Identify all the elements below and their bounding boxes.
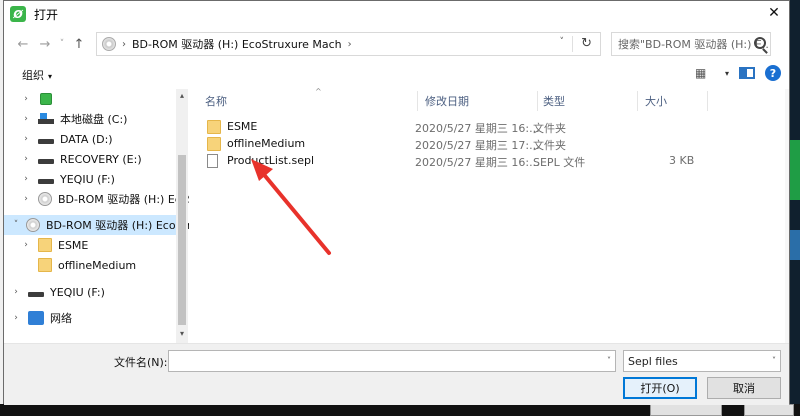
breadcrumb-current[interactable]: BD-ROM 驱动器 (H:) EcoStruxure Mach: [132, 36, 342, 52]
app-icon: Ø: [10, 6, 26, 22]
recent-locations-chevron-icon[interactable]: ˅: [56, 39, 68, 49]
cd-drive-icon: [102, 37, 116, 51]
background-app-bottom: [0, 404, 800, 416]
filter-dropdown-chevron-icon[interactable]: ˅: [772, 356, 776, 365]
green-app-icon: [40, 93, 52, 105]
window-title: 打开: [34, 7, 59, 22]
expand-chevron-icon[interactable]: ›: [20, 114, 32, 124]
sidebar-item-label: 本地磁盘 (C:): [60, 113, 128, 126]
dialog-footer: 文件名(N): ˅ Sepl files ˅ 打开(O) 取消: [4, 343, 789, 405]
command-bar: 组织 ▾ ▦ ▾ ?: [4, 61, 789, 89]
breadcrumb-separator-icon[interactable]: ›: [348, 39, 352, 50]
drive-icon: [38, 138, 54, 144]
sidebar-item-label: BD-ROM 驱动器 (H:) EcoStr: [46, 219, 189, 232]
search-placeholder: 搜索"BD-ROM 驱动器 (H:) E...: [618, 38, 771, 51]
open-button[interactable]: 打开(O): [623, 377, 697, 399]
help-icon[interactable]: ?: [765, 65, 781, 81]
drive-icon: [28, 291, 44, 297]
sidebar-item-drive-c[interactable]: › 本地磁盘 (C:): [4, 109, 176, 129]
sidebar-item-drive-d[interactable]: › DATA (D:): [4, 129, 176, 149]
sidebar-item-drive-h[interactable]: › BD-ROM 驱动器 (H:) EcoS: [4, 189, 189, 209]
sidebar-item-offlinemedium[interactable]: offlineMedium: [4, 255, 176, 275]
up-arrow-icon[interactable]: ↑: [68, 37, 90, 52]
close-button[interactable]: ✕: [761, 1, 787, 25]
sidebar-item-drive-e[interactable]: › RECOVERY (E:): [4, 149, 176, 169]
sidebar-item-drive-h-expanded[interactable]: ˅ BD-ROM 驱动器 (H:) EcoStr: [4, 215, 189, 235]
scroll-up-icon[interactable]: ▴: [176, 91, 188, 100]
sidebar-item-network[interactable]: › 网络: [4, 308, 176, 328]
open-file-dialog: Ø 打开 ✕ ← → ˅ ↑ › BD-ROM 驱动器 (H:) EcoStru…: [3, 0, 790, 405]
address-bar[interactable]: › BD-ROM 驱动器 (H:) EcoStruxure Mach › ˅ ↻: [96, 32, 601, 56]
navigation-scrollbar[interactable]: ▴ ▾: [176, 89, 188, 343]
cd-drive-icon: [38, 192, 52, 206]
address-row: ← → ˅ ↑ › BD-ROM 驱动器 (H:) EcoStruxure Ma…: [4, 27, 789, 61]
sidebar-item-label: YEQIU (F:): [50, 285, 105, 299]
file-type-filter-select[interactable]: Sepl files ˅: [623, 350, 781, 372]
search-icon[interactable]: [754, 37, 766, 49]
folder-icon: [38, 258, 52, 272]
sidebar-item-label: offlineMedium: [58, 258, 137, 272]
sidebar-item-label: RECOVERY (E:): [60, 152, 142, 166]
preview-pane-icon[interactable]: [739, 67, 755, 79]
drive-icon: [38, 178, 54, 184]
expand-chevron-icon[interactable]: ›: [10, 287, 22, 297]
folder-icon: [38, 238, 52, 252]
filename-input[interactable]: ˅: [168, 350, 616, 372]
refresh-icon[interactable]: ↻: [581, 36, 592, 51]
address-dropdown-chevron-icon[interactable]: ˅: [560, 37, 565, 47]
view-options-chevron-icon[interactable]: ▾: [725, 69, 729, 78]
file-list-scrollbar[interactable]: [785, 89, 789, 343]
sidebar-item-label: YEQIU (F:): [60, 172, 115, 186]
expand-chevron-icon[interactable]: ›: [20, 154, 32, 164]
sidebar-item-label: ESME: [58, 238, 89, 252]
scroll-down-icon[interactable]: ▾: [176, 329, 188, 338]
forward-arrow-icon[interactable]: →: [34, 37, 56, 52]
annotation-arrow-icon: [251, 159, 331, 255]
expand-chevron-icon[interactable]: ›: [20, 174, 32, 184]
sidebar-item-label: BD-ROM 驱动器 (H:) EcoS: [58, 193, 189, 206]
collapse-chevron-icon[interactable]: ˅: [10, 220, 22, 230]
breadcrumb-separator-icon[interactable]: ›: [122, 39, 126, 50]
windows-drive-icon: [38, 112, 54, 124]
background-app-right: [790, 0, 800, 416]
scrollbar-thumb[interactable]: [178, 155, 186, 325]
filename-label: 文件名(N):: [114, 356, 168, 369]
cancel-button[interactable]: 取消: [707, 377, 781, 399]
cd-drive-icon: [26, 218, 40, 232]
expand-chevron-icon[interactable]: ›: [20, 94, 32, 104]
sidebar-item-esme[interactable]: › ESME: [4, 235, 176, 255]
sidebar-item-app[interactable]: ›: [4, 89, 176, 109]
navigation-pane: › › 本地磁盘 (C:) › DATA (D:) › RECOVERY (E:…: [4, 89, 189, 343]
sidebar-item-yeqiu[interactable]: › YEQIU (F:): [4, 282, 176, 302]
expand-chevron-icon[interactable]: ›: [20, 194, 32, 204]
expand-chevron-icon[interactable]: ›: [20, 240, 32, 250]
back-arrow-icon[interactable]: ←: [12, 37, 34, 52]
chevron-down-icon: ▾: [48, 72, 53, 81]
expand-chevron-icon[interactable]: ›: [10, 313, 22, 323]
divider: [572, 36, 573, 52]
main-area: › › 本地磁盘 (C:) › DATA (D:) › RECOVERY (E:…: [4, 87, 789, 343]
filename-dropdown-chevron-icon[interactable]: ˅: [607, 356, 611, 365]
network-icon: [28, 311, 44, 325]
file-list: 名称 ^ 修改日期 类型 大小 ESME 2020/5/27 星期三 16:..…: [189, 87, 789, 343]
change-view-icon[interactable]: ▦: [695, 66, 715, 80]
sidebar-item-label: 网络: [50, 312, 72, 325]
file-type-filter-value: Sepl files: [628, 354, 678, 368]
expand-chevron-icon[interactable]: ›: [20, 134, 32, 144]
drive-icon: [38, 158, 54, 164]
search-input[interactable]: 搜索"BD-ROM 驱动器 (H:) E...: [611, 32, 771, 56]
sidebar-item-drive-f[interactable]: › YEQIU (F:): [4, 169, 176, 189]
sidebar-item-label: DATA (D:): [60, 132, 113, 146]
title-bar: Ø 打开 ✕: [4, 1, 789, 27]
organize-menu-button[interactable]: 组织 ▾: [22, 67, 52, 83]
